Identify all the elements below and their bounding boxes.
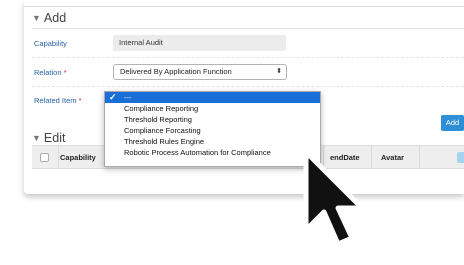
- add-button[interactable]: Add: [441, 115, 464, 131]
- column-separator: [58, 146, 59, 168]
- add-section-title: Add: [43, 11, 67, 25]
- dropdown-option-label: Compliance Forcasting: [124, 126, 201, 135]
- plus-icon[interactable]: [457, 152, 464, 163]
- select-arrows-icon: ⬍: [276, 68, 282, 75]
- add-section-divider: [32, 28, 464, 29]
- dropdown-option[interactable]: ✓ ---: [105, 92, 320, 103]
- add-section-header[interactable]: ▼ Add: [32, 11, 66, 25]
- dropdown-option[interactable]: Threshold Rules Engine: [105, 136, 320, 147]
- required-marker: *: [78, 96, 82, 105]
- relation-select[interactable]: Delivered By Application Function ⬍: [113, 64, 287, 80]
- dropdown-option-label: Robotic Process Automation for Complianc…: [124, 148, 271, 157]
- edit-section-header[interactable]: ▼ Edit: [32, 131, 65, 145]
- required-marker: *: [63, 68, 67, 77]
- row-divider: [32, 57, 464, 58]
- relation-label: Relation *: [34, 68, 67, 77]
- top-divider: [24, 6, 464, 7]
- column-header-capability[interactable]: Capability: [60, 146, 96, 170]
- relation-select-value: Delivered By Application Function: [120, 67, 232, 76]
- dropdown-option-label: Threshold Reporting: [124, 115, 192, 124]
- related-item-label: Related Item *: [34, 96, 82, 105]
- related-item-dropdown[interactable]: ✓ --- Compliance Reporting Threshold Rep…: [104, 91, 321, 167]
- row-divider: [32, 86, 464, 87]
- checkmark-icon: ✓: [109, 92, 117, 102]
- dropdown-option[interactable]: Compliance Forcasting: [105, 125, 320, 136]
- relation-label-text: Relation: [34, 68, 62, 77]
- related-item-label-text: Related Item: [34, 96, 77, 105]
- caret-down-icon: ▼: [32, 133, 41, 143]
- dropdown-option[interactable]: Compliance Reporting: [105, 103, 320, 114]
- capability-label: Capability: [34, 39, 67, 48]
- dropdown-option[interactable]: Threshold Reporting: [105, 114, 320, 125]
- select-all-checkbox[interactable]: [40, 153, 49, 162]
- column-separator: [419, 146, 420, 168]
- edit-section-title: Edit: [43, 131, 66, 145]
- capability-field: Internal Audit: [113, 35, 286, 51]
- dropdown-option-label: Compliance Reporting: [124, 104, 199, 113]
- dropdown-option-label: Threshold Rules Engine: [124, 137, 205, 146]
- dropdown-option-label: ---: [124, 93, 132, 102]
- mouse-pointer-icon: [303, 149, 365, 247]
- dropdown-option[interactable]: Robotic Process Automation for Complianc…: [105, 147, 320, 158]
- caret-down-icon: ▼: [32, 13, 41, 23]
